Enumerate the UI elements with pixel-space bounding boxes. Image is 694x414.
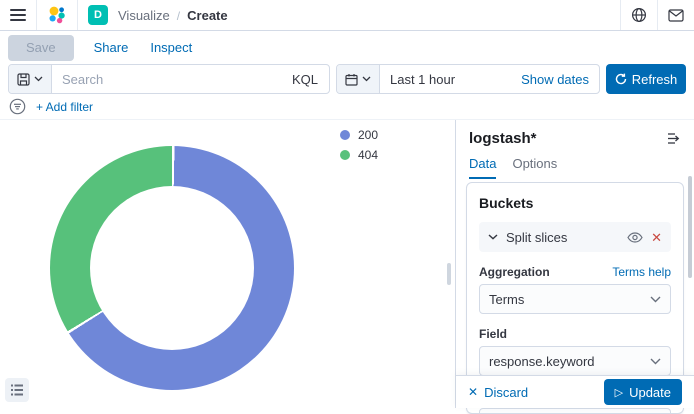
donut-hole	[90, 186, 254, 350]
order-by-select[interactable]: Metric: Count	[479, 408, 671, 414]
field-select[interactable]: response.keyword	[479, 346, 671, 376]
play-icon: ▷	[615, 386, 623, 399]
show-dates-button[interactable]: Show dates	[511, 72, 599, 87]
split-slices-row[interactable]: Split slices ✕	[479, 222, 671, 252]
globe-icon	[631, 7, 647, 23]
save-query-icon	[17, 73, 30, 86]
search-control: KQL	[8, 64, 330, 94]
date-picker-control: Last 1 hour Show dates	[336, 64, 600, 94]
aggregation-label: Aggregation	[479, 265, 550, 279]
menu-right-icon	[667, 132, 682, 145]
index-pattern-title: logstash*	[469, 130, 537, 147]
chevron-down-icon	[488, 234, 498, 240]
filter-bar: + Add filter	[0, 94, 694, 120]
newsfeed-button[interactable]	[658, 0, 694, 30]
legend-swatch	[340, 150, 350, 160]
visualize-toolbar: Save Share Inspect	[0, 31, 694, 64]
refresh-label: Refresh	[632, 72, 678, 87]
editor-side-panel: logstash* Data Options Buckets Split sli…	[455, 120, 694, 408]
calendar-icon	[345, 73, 358, 86]
eye-icon[interactable]	[627, 232, 643, 243]
remove-bucket-icon[interactable]: ✕	[651, 231, 662, 244]
terms-help-link[interactable]: Terms help	[612, 265, 671, 279]
chevron-down-icon	[34, 76, 43, 82]
saved-query-menu[interactable]	[9, 65, 52, 93]
discard-label: Discard	[484, 385, 528, 400]
query-bar: KQL Last 1 hour Show dates Refresh	[0, 64, 694, 94]
legend-item-200[interactable]: 200	[340, 125, 378, 145]
legend-toggle-button[interactable]	[5, 378, 29, 402]
visualization-chart-area: 200 404	[0, 120, 455, 408]
kql-language-button[interactable]: KQL	[281, 72, 329, 87]
menu-button[interactable]	[0, 0, 36, 30]
top-header: D Visualize / Create	[0, 0, 694, 31]
inspect-button[interactable]: Inspect	[150, 40, 192, 55]
legend-label: 200	[358, 128, 378, 142]
close-icon: ✕	[468, 385, 478, 399]
breadcrumb-create: Create	[187, 8, 227, 23]
donut-chart[interactable]	[50, 146, 294, 390]
aggregation-value: Terms	[489, 292, 650, 307]
bucket-label: Split slices	[506, 230, 619, 245]
field-value: response.keyword	[489, 354, 650, 369]
add-filter-button[interactable]: + Add filter	[36, 100, 93, 114]
refresh-button[interactable]: Refresh	[606, 64, 686, 94]
hamburger-icon	[10, 8, 26, 22]
list-icon	[11, 384, 23, 396]
filter-options-icon[interactable]	[9, 98, 26, 115]
legend-label: 404	[358, 148, 378, 162]
legend-swatch	[340, 130, 350, 140]
collapse-panel-button[interactable]	[665, 130, 684, 147]
space-badge: D	[88, 5, 108, 25]
breadcrumb: Visualize / Create	[118, 8, 228, 23]
update-label: Update	[629, 385, 671, 400]
main-content: 200 404 logstash*	[0, 120, 694, 408]
chevron-down-icon	[362, 76, 371, 82]
share-button[interactable]: Share	[94, 40, 129, 55]
search-input[interactable]	[52, 72, 281, 87]
time-range-value[interactable]: Last 1 hour	[380, 72, 465, 87]
elastic-logo[interactable]	[37, 0, 77, 30]
refresh-icon	[615, 73, 627, 85]
space-switcher[interactable]: D	[78, 0, 118, 30]
aggregation-select[interactable]: Terms	[479, 284, 671, 314]
envelope-icon	[668, 9, 684, 22]
breadcrumb-visualize[interactable]: Visualize	[118, 8, 170, 23]
discard-button[interactable]: ✕ Discard	[468, 385, 528, 400]
tab-data[interactable]: Data	[469, 156, 496, 179]
panel-resize-handle[interactable]	[447, 263, 451, 285]
editor-tabs: Data Options	[469, 156, 557, 179]
quick-select-menu[interactable]	[337, 65, 380, 93]
help-menu-button[interactable]	[621, 0, 657, 30]
chart-legend: 200 404	[340, 125, 378, 165]
tab-options[interactable]: Options	[512, 156, 557, 179]
chevron-down-icon	[650, 296, 661, 303]
editor-footer: ✕ Discard ▷ Update	[456, 375, 694, 408]
breadcrumb-separator: /	[177, 9, 180, 23]
field-label: Field	[479, 327, 507, 341]
save-button[interactable]: Save	[8, 35, 74, 61]
panel-scrollbar[interactable]	[688, 176, 692, 278]
buckets-heading: Buckets	[479, 195, 671, 211]
chevron-down-icon	[650, 358, 661, 365]
update-button[interactable]: ▷ Update	[604, 379, 682, 405]
elastic-logo-icon	[47, 5, 67, 25]
legend-item-404[interactable]: 404	[340, 145, 378, 165]
